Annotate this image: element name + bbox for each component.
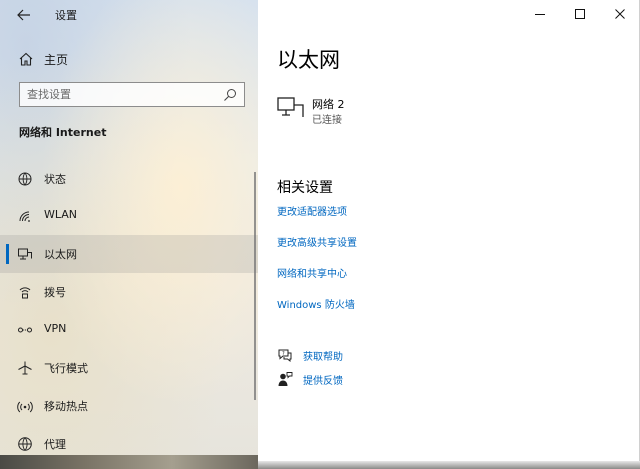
sidebar-item-label: 拨号 [44,286,66,299]
maximize-button[interactable] [560,0,600,28]
selection-indicator [6,244,9,264]
dialup-icon [19,287,31,299]
sidebar-item-label: VPN [44,322,67,335]
sidebar-item-wlan[interactable]: WLAN [0,197,258,235]
sidebar-item-label: 状态 [44,173,66,186]
sidebar-item-ethernet[interactable]: 以太网 [0,235,258,273]
sidebar-item-label: 飞行模式 [44,362,88,375]
wifi-icon [19,211,30,222]
maximize-icon [575,9,585,19]
search-icon[interactable] [223,88,237,102]
section-title: 网络和 Internet [19,126,107,139]
window-caption-buttons [520,0,640,30]
sidebar-item-label: 以太网 [44,248,77,261]
minimize-icon [535,14,545,15]
vpn-icon [18,327,32,333]
search-input[interactable] [27,85,217,104]
hotspot-icon [17,401,33,413]
close-icon [615,9,625,19]
network-name: 网络 2 [312,98,345,111]
airplane-icon [18,361,32,375]
sidebar-item-hotspot[interactable]: 移动热点 [0,387,258,425]
network-status: 已连接 [312,115,342,126]
sidebar-item-vpn[interactable]: VPN [0,311,258,349]
ethernet-network-icon [277,97,304,117]
proxy-globe-icon [18,437,32,451]
close-button[interactable] [600,0,640,28]
back-button[interactable] [10,3,38,27]
network-card[interactable]: 网络 2 已连接 [277,93,397,129]
home-label: 主页 [44,53,69,67]
search-box[interactable] [19,82,245,107]
window-bottom-edge [258,461,640,469]
sidebar-item-status[interactable]: 状态 [0,160,258,198]
minimize-button[interactable] [520,0,560,28]
app-title: 设置 [55,9,77,22]
help-chat-icon: ? [278,349,292,363]
sidebar-scrollbar[interactable] [254,172,256,400]
sidebar-item-airplane[interactable]: 飞行模式 [0,349,258,387]
content-pane: 以太网 网络 2 已连接 相关设置 更改适配器选项 更改高级共享设置 网络和共享… [258,0,640,469]
ethernet-icon [18,248,32,260]
home-icon [19,52,33,66]
feedback-label: 提供反馈 [303,376,343,387]
link-advanced-sharing[interactable]: 更改高级共享设置 [277,234,357,249]
link-network-sharing-center[interactable]: 网络和共享中心 [277,265,347,280]
title-bar: 设置 [0,0,258,30]
link-adapter-options[interactable]: 更改适配器选项 [277,203,347,218]
sidebar: 设置 主页 网络和 Internet 状态 [0,0,258,469]
sidebar-item-home[interactable]: 主页 [0,46,258,72]
feedback-icon [278,372,293,386]
back-arrow-icon [17,9,30,21]
sidebar-item-label: WLAN [44,208,78,221]
sidebar-item-label: 移动热点 [44,400,88,413]
sidebar-item-label: 代理 [44,438,66,451]
page-title: 以太网 [277,48,340,72]
link-windows-firewall[interactable]: Windows 防火墙 [277,296,355,311]
svg-text:?: ? [282,351,285,357]
globe-status-icon [18,172,32,186]
settings-window: 设置 主页 网络和 Internet 状态 [0,0,640,469]
desktop-background-strip [0,455,258,469]
sidebar-item-dialup[interactable]: 拨号 [0,273,258,311]
get-help-label: 获取帮助 [303,352,343,363]
related-settings-title: 相关设置 [277,180,333,196]
